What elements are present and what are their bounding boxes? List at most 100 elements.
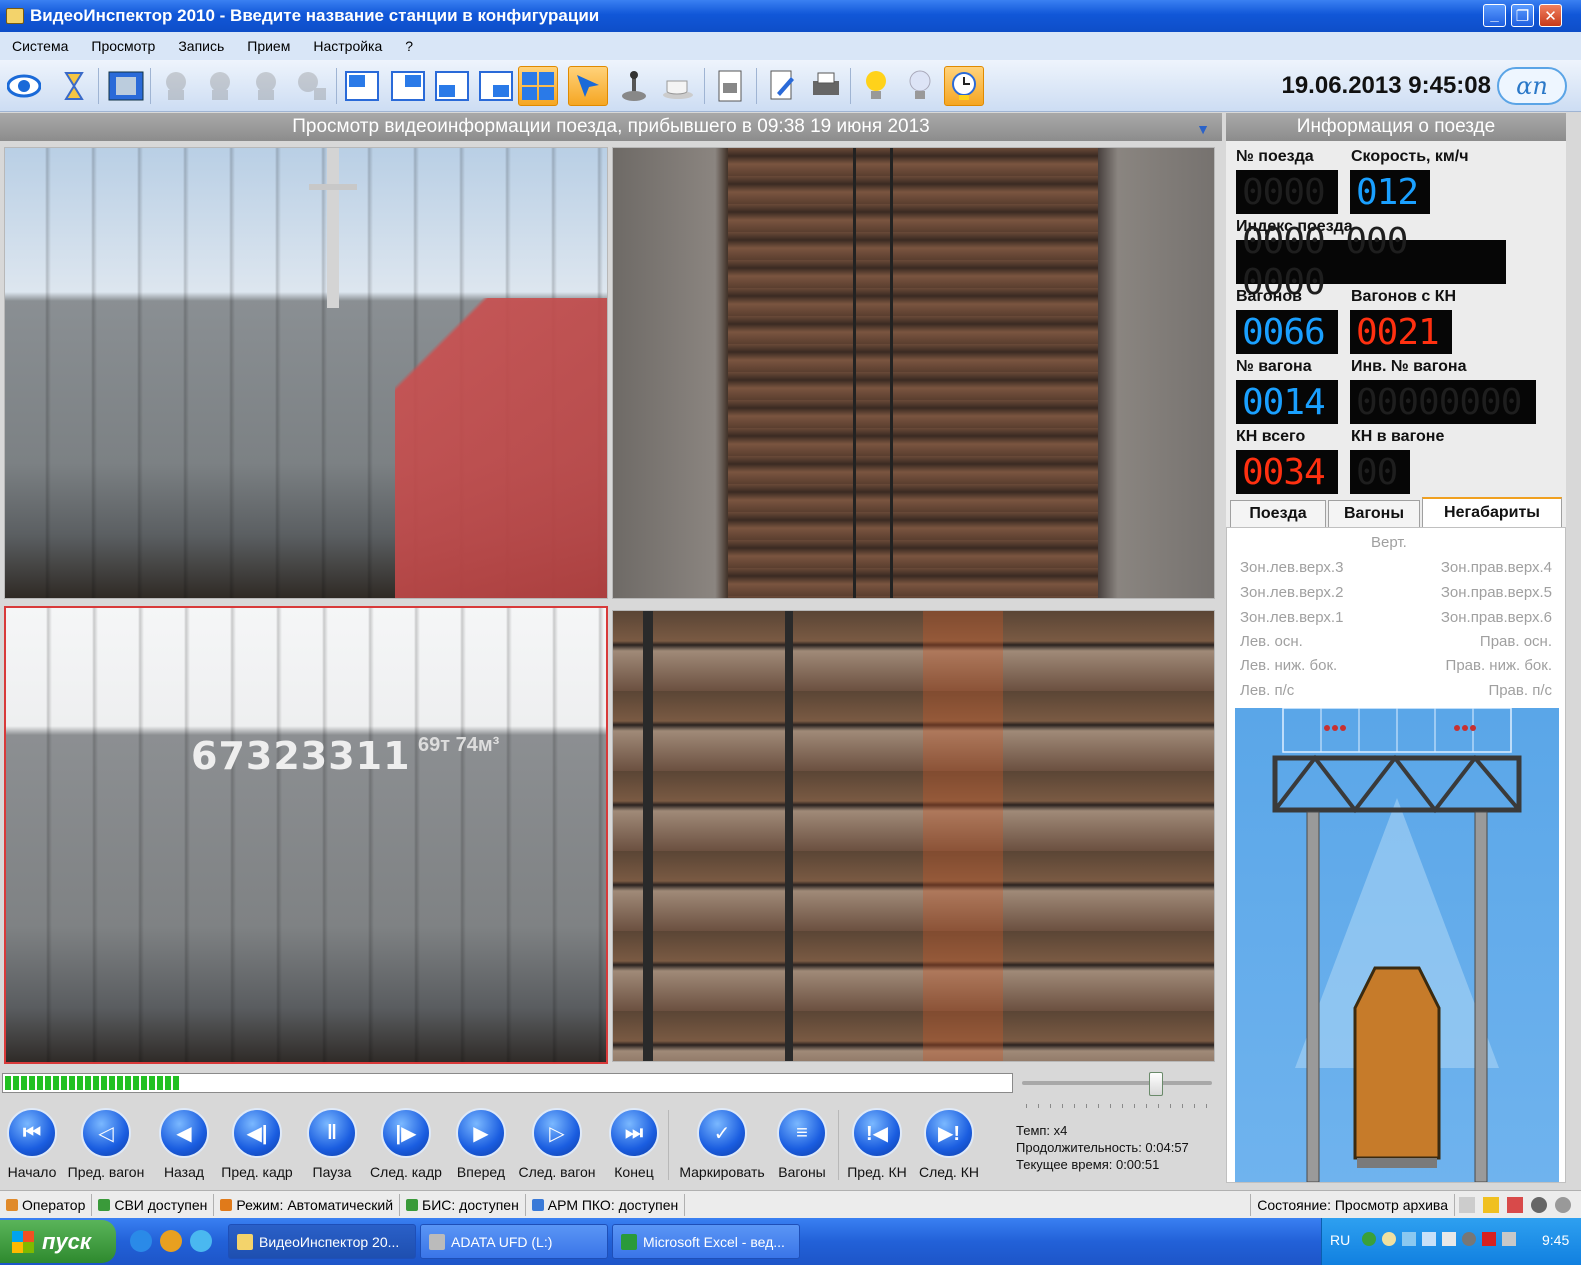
inventory-number-label: Инв. № вагона [1351,358,1467,375]
film-icon[interactable] [106,66,146,106]
next-frame-button[interactable]: |▶ След. кадр [366,1108,446,1180]
speaker-icon[interactable] [1442,1232,1456,1246]
pointer-icon[interactable] [568,66,608,106]
layout2-icon[interactable] [388,66,428,106]
camera1-icon[interactable] [156,66,196,106]
start-button[interactable]: ⏮ Начало [0,1108,72,1180]
media-icon[interactable] [160,1230,182,1252]
forward-button[interactable]: ▶ Вперед [441,1108,521,1180]
maximize-button[interactable]: ❐ [1511,4,1534,27]
tray-icon[interactable] [1382,1232,1396,1246]
taskbar: пуск ВидеоИнспектор 20... ADATA UFD (L:)… [0,1218,1581,1265]
wagon-number-display: 0014 [1236,380,1338,424]
duration-text: Продолжительность: 0:04:57 [1016,1140,1189,1155]
prev-frame-icon: ◀| [232,1108,282,1158]
menu-item-view[interactable]: Просмотр [79,38,166,54]
menu-item-help[interactable]: ? [393,38,424,54]
camera-view-side-1[interactable] [4,147,608,599]
user-icon [6,1198,18,1211]
ie-icon[interactable] [130,1230,152,1252]
edit-icon[interactable] [762,66,802,106]
tab-wagons[interactable]: Вагоны [1328,500,1420,527]
tab-oversize[interactable]: Негабариты [1422,497,1562,527]
app-icon [237,1233,253,1250]
speed-slider-thumb[interactable] [1148,1072,1163,1096]
prev-kn-button[interactable]: !◀ Пред. КН [837,1108,917,1180]
next-wagon-icon: ▷ [532,1108,582,1158]
wagons-button[interactable]: ≡ Вагоны [762,1108,842,1180]
viewer-title: Просмотр видеоинформации поезда, прибывш… [292,116,930,137]
train-info-panel: № поезда Скорость, км/ч 0000 012 Индекс … [1226,141,1566,497]
next-wagon-button[interactable]: ▷ След. вагон [517,1108,597,1180]
mark-button[interactable]: ✓ Маркировать [679,1108,765,1180]
menu-item-settings[interactable]: Настройка [301,38,393,54]
printer-icon[interactable] [806,66,846,106]
square-icon[interactable] [1459,1196,1475,1213]
end-button[interactable]: ⏭ Конец [594,1108,674,1180]
menu-item-receive[interactable]: Прием [235,38,301,54]
back-button[interactable]: ◀ Назад [144,1108,224,1180]
antivirus-icon[interactable] [1482,1232,1496,1246]
camera-view-side-2[interactable]: 67323311 69ᴛ 74м³ [4,606,608,1064]
list-icon: ≡ [777,1108,827,1158]
language-indicator[interactable]: RU [1330,1232,1350,1248]
tray-icon[interactable] [1502,1232,1516,1246]
zone-top-label: Верт. [1371,534,1407,551]
camera-view-top-1[interactable] [612,147,1215,599]
kn-wagon-label: КН в вагоне [1351,428,1445,445]
lock-icon[interactable] [1483,1196,1499,1213]
bulb-off-icon[interactable] [900,66,940,106]
task-videoinspector[interactable]: ВидеоИнспектор 20... [228,1224,416,1259]
camera-view-top-2[interactable] [612,610,1215,1062]
tray-icon[interactable] [1362,1232,1376,1246]
prev-frame-button[interactable]: ◀| Пред. кадр [217,1108,297,1180]
layout4-icon[interactable] [476,66,516,106]
status-arm: АРМ ПКО: доступен [526,1193,686,1216]
excel-icon [621,1233,637,1250]
menu-item-system[interactable]: Система [0,38,79,54]
task-excel[interactable]: Microsoft Excel - вед... [612,1224,800,1259]
task-adata[interactable]: ADATA UFD (L:) [420,1224,608,1259]
camera2-icon[interactable] [200,66,240,106]
zone-left-label: Лев. ниж. бок. [1240,657,1338,674]
alert-icon[interactable] [1507,1196,1523,1213]
gear-icon[interactable] [1531,1196,1547,1213]
prev-wagon-button[interactable]: ◁ Пред. вагон [66,1108,146,1180]
start-button[interactable]: пуск [0,1220,116,1263]
bulb-on-icon[interactable] [856,66,896,106]
minimize-button[interactable]: _ [1483,4,1506,27]
server-icon [406,1198,419,1211]
title-bar[interactable]: ВидеоИнспектор 2010 - Введите название с… [0,0,1581,32]
network-icon[interactable] [1402,1232,1416,1246]
speed-slider-track[interactable] [1022,1081,1212,1085]
tab-trains[interactable]: Поезда [1230,500,1326,527]
drive-icon [429,1233,445,1250]
layout3-icon[interactable] [432,66,472,106]
gear-icon[interactable] [1462,1232,1476,1246]
camera3-icon[interactable] [246,66,286,106]
camera-add-icon[interactable] [292,66,332,106]
clock-icon[interactable] [944,66,984,106]
eye-icon[interactable] [4,66,44,106]
menu-item-record[interactable]: Запись [166,38,235,54]
zone-right-label: Прав. ниж. бок. [1445,657,1552,674]
pause-button[interactable]: ‖ Пауза [292,1108,372,1180]
browser-icon[interactable] [190,1230,212,1252]
chevron-down-icon[interactable]: ▼ [1196,121,1210,137]
network-icon[interactable] [1422,1232,1436,1246]
hourglass-icon[interactable] [54,66,94,106]
coffee-icon[interactable] [658,66,698,106]
document-icon[interactable] [710,66,750,106]
layout1-icon[interactable] [342,66,382,106]
close-button[interactable]: ✕ [1539,4,1562,27]
power-icon[interactable] [1555,1196,1571,1213]
wagons-kn-label: Вагонов с КН [1351,288,1457,305]
wagons-kn-display: 0021 [1350,310,1452,354]
layout-grid-icon[interactable] [518,66,558,106]
prev-wagon-icon: ◁ [81,1108,131,1158]
speed-label: Скорость, км/ч [1351,148,1469,165]
playback-progress-bar[interactable] [2,1073,1013,1093]
next-kn-button[interactable]: ▶! След. КН [909,1108,989,1180]
joystick-icon[interactable] [614,66,654,106]
status-svi: СВИ доступен [92,1193,215,1216]
